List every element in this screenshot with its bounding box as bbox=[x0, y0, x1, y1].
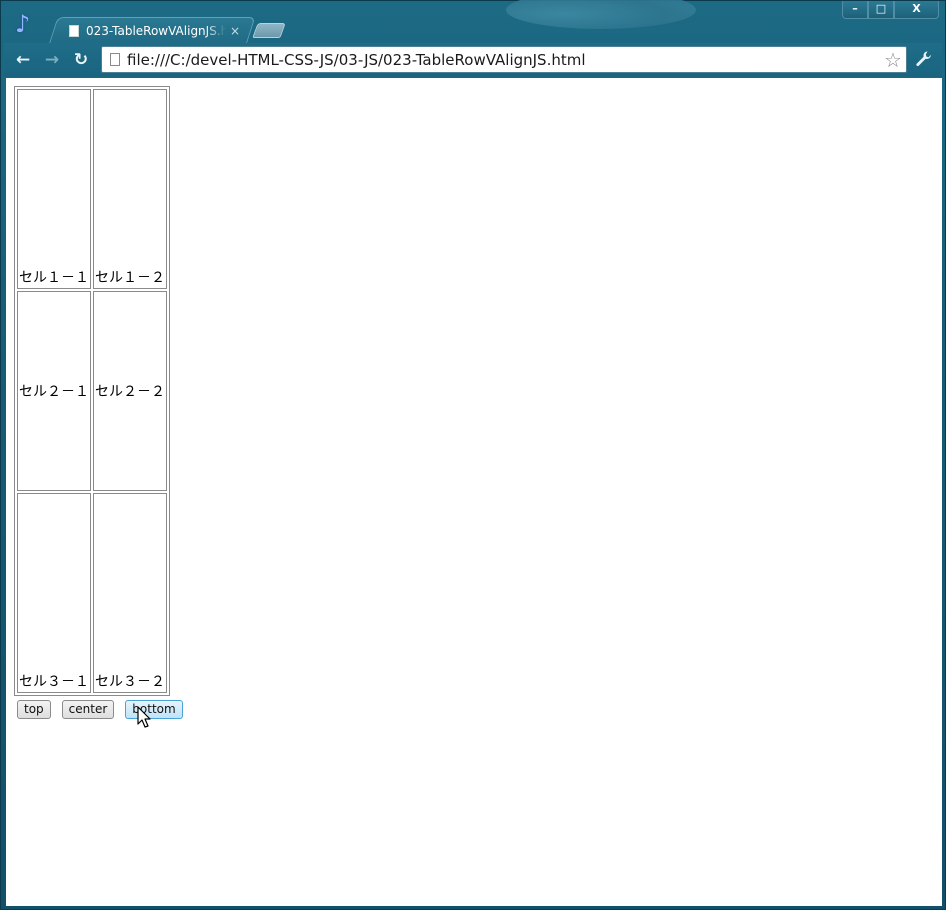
forward-icon[interactable]: → bbox=[42, 52, 62, 69]
wrench-icon[interactable] bbox=[914, 50, 934, 70]
app-logo-icon: ♪ bbox=[15, 10, 31, 38]
table-row: セル１－１ セル１－２ bbox=[17, 89, 167, 289]
minimize-button[interactable]: – bbox=[842, 1, 868, 19]
titlebar-decoration bbox=[506, 0, 696, 29]
table-row: セル２－１ セル２－２ bbox=[17, 291, 167, 491]
page-viewport: セル１－１ セル１－２ セル２－１ セル２－２ セル３－１ セル３－２ top … bbox=[6, 78, 942, 906]
window-controls: – □ X bbox=[842, 1, 939, 19]
wrench-svg bbox=[916, 51, 931, 67]
file-icon bbox=[69, 25, 79, 37]
restore-button[interactable]: □ bbox=[868, 1, 894, 19]
table-cell: セル２－２ bbox=[93, 291, 167, 491]
new-tab-button[interactable] bbox=[252, 23, 286, 38]
tab-title: 023-TableRowVAlignJS.html bbox=[86, 24, 226, 38]
center-button[interactable]: center bbox=[61, 700, 115, 719]
tab-close-icon[interactable]: × bbox=[230, 24, 240, 38]
browser-window: ♪ 023-TableRowVAlignJS.html × – □ X ← → … bbox=[0, 0, 946, 910]
top-button[interactable]: top bbox=[17, 700, 51, 719]
table-cell: セル１－２ bbox=[93, 89, 167, 289]
bottom-button[interactable]: bottom bbox=[125, 700, 183, 719]
bookmark-star-icon[interactable]: ☆ bbox=[882, 48, 904, 72]
close-button[interactable]: X bbox=[894, 1, 939, 19]
table-cell: セル３－２ bbox=[93, 493, 167, 693]
back-icon[interactable]: ← bbox=[13, 52, 33, 69]
page-icon bbox=[110, 53, 120, 66]
demo-table: セル１－１ セル１－２ セル２－１ セル２－２ セル３－１ セル３－２ bbox=[14, 86, 170, 696]
reload-icon[interactable]: ↻ bbox=[71, 52, 91, 69]
valign-buttons: top center bottom bbox=[17, 700, 183, 719]
table-cell: セル２－１ bbox=[17, 291, 91, 491]
table-cell: セル１－１ bbox=[17, 89, 91, 289]
toolbar: ← → ↻ file:///C:/devel-HTML-CSS-JS/03-JS… bbox=[4, 43, 942, 77]
url-text[interactable]: file:///C:/devel-HTML-CSS-JS/03-JS/023-T… bbox=[127, 51, 882, 69]
table-cell: セル３－１ bbox=[17, 493, 91, 693]
address-bar[interactable]: file:///C:/devel-HTML-CSS-JS/03-JS/023-T… bbox=[101, 46, 907, 73]
table-row: セル３－１ セル３－２ bbox=[17, 493, 167, 693]
mouse-cursor-icon bbox=[137, 706, 151, 728]
tab-active[interactable]: 023-TableRowVAlignJS.html × bbox=[63, 19, 253, 43]
